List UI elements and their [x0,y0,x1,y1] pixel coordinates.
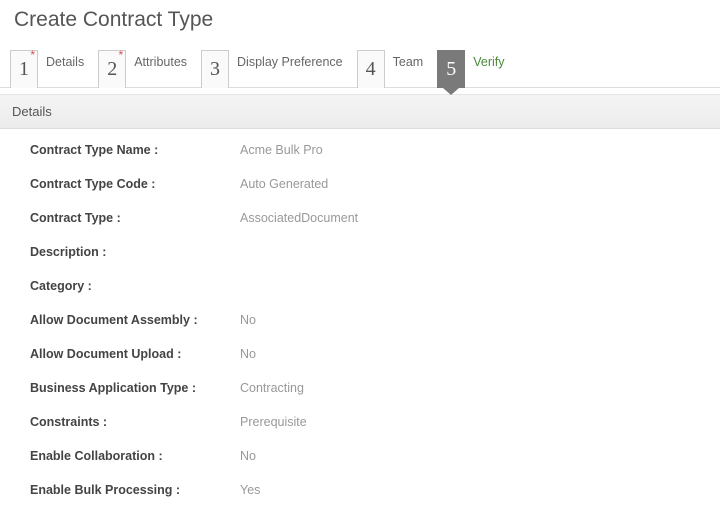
field-value: Contracting [240,381,304,395]
field-value: Auto Generated [240,177,328,191]
field-label: Enable Collaboration : [30,449,240,463]
field-description: Description : [30,245,720,259]
field-label: Category : [30,279,240,293]
field-value: Acme Bulk Pro [240,143,323,157]
step-number: 2 * [98,50,126,88]
step-label: Verify [471,55,510,79]
field-label: Contract Type : [30,211,240,225]
field-label: Contract Type Name : [30,143,240,157]
step-number-text: 5 [446,58,456,81]
step-details[interactable]: 1 * Details [10,46,98,87]
step-label: Team [391,55,430,79]
field-value: Yes [240,483,260,497]
field-value: Prerequisite [240,415,307,429]
field-label: Description : [30,245,240,259]
field-value: No [240,449,256,463]
field-label: Business Application Type : [30,381,240,395]
field-value: No [240,347,256,361]
step-number: 4 [357,50,385,88]
chevron-down-icon [443,88,459,95]
field-contract-type-code: Contract Type Code : Auto Generated [30,177,720,191]
field-contract-type-name: Contract Type Name : Acme Bulk Pro [30,143,720,157]
field-category: Category : [30,279,720,293]
details-section-header: Details [0,94,720,129]
field-label: Allow Document Upload : [30,347,240,361]
step-label: Details [44,55,90,79]
step-number: 1 * [10,50,38,88]
field-label: Enable Bulk Processing : [30,483,240,497]
field-business-application-type: Business Application Type : Contracting [30,381,720,395]
field-constraints: Constraints : Prerequisite [30,415,720,429]
field-enable-collaboration: Enable Collaboration : No [30,449,720,463]
step-attributes[interactable]: 2 * Attributes [98,46,201,87]
field-value: No [240,313,256,327]
field-label: Constraints : [30,415,240,429]
step-display-preference[interactable]: 3 Display Preference [201,46,357,87]
wizard-steps: 1 * Details 2 * Attributes 3 Display Pre… [0,46,720,88]
step-number-text: 3 [210,58,220,81]
field-value: AssociatedDocument [240,211,358,225]
step-number-text: 4 [366,58,376,81]
step-number: 3 [201,50,229,88]
required-icon: * [119,49,124,61]
field-label: Allow Document Assembly : [30,313,240,327]
step-verify[interactable]: 5 Verify [437,46,518,87]
step-label: Attributes [132,55,193,79]
details-body: Contract Type Name : Acme Bulk Pro Contr… [0,129,720,497]
step-label: Display Preference [235,55,349,79]
step-team[interactable]: 4 Team [357,46,438,87]
step-number: 5 [437,50,465,88]
field-enable-bulk-processing: Enable Bulk Processing : Yes [30,483,720,497]
field-label: Contract Type Code : [30,177,240,191]
step-number-text: 2 [107,58,117,81]
field-allow-document-assembly: Allow Document Assembly : No [30,313,720,327]
field-contract-type: Contract Type : AssociatedDocument [30,211,720,225]
required-icon: * [30,49,35,61]
field-allow-document-upload: Allow Document Upload : No [30,347,720,361]
page-title: Create Contract Type [0,0,720,46]
step-number-text: 1 [19,58,29,81]
